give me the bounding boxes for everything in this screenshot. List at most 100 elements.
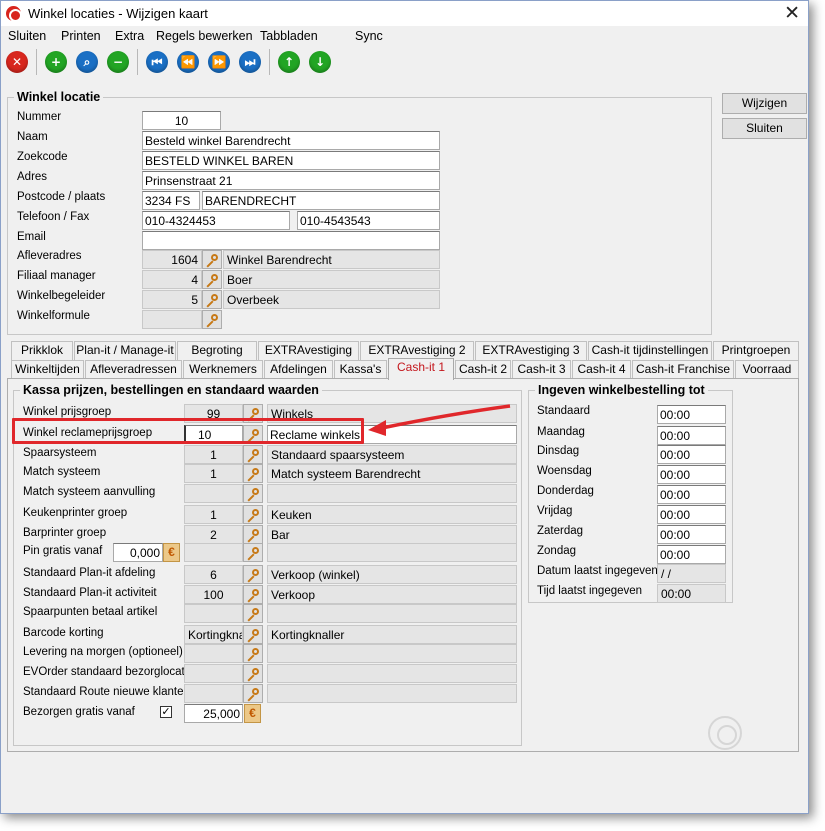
search-icon[interactable]: ⌕ [76,51,98,73]
wijzigen-button[interactable]: Wijzigen [722,93,807,114]
afleveradres-code: 1604 [142,250,202,269]
add-icon[interactable]: + [45,51,67,73]
kassa-row-code [184,484,243,503]
bestelling-time-field[interactable]: 00:00 [657,525,726,544]
first-record-icon[interactable]: ⏮ [146,51,168,73]
arrow-up-icon[interactable]: ↑ [278,51,300,73]
tab-cash-it-2[interactable]: Cash-it 2 [455,360,511,379]
kassa-row-label: Keukenprinter groep [23,507,128,519]
previous-record-icon[interactable]: ⏪ [177,51,199,73]
tab-cash-it-1[interactable]: Cash-it 1 [388,358,454,380]
postcode-field[interactable]: 3234 FS [142,191,200,210]
kassa-row-description: Keuken [267,505,517,524]
lookup-key-icon[interactable] [202,290,222,309]
group-title: Winkel locatie [14,90,104,104]
lookup-key-icon[interactable] [202,310,222,329]
lookup-key-icon[interactable] [243,604,263,623]
naam-field[interactable]: Besteld winkel Barendrecht [142,131,440,150]
begeleider-label: Winkelbegeleider [17,290,106,302]
menu-tabbladen[interactable]: Tabbladen [260,29,318,43]
plaats-field[interactable]: BARENDRECHT [202,191,440,210]
annotation-arrow-icon [368,404,511,436]
filiaal-code: 4 [142,270,202,289]
next-record-icon[interactable]: ⏩ [208,51,230,73]
lookup-key-icon[interactable] [243,484,263,503]
close-icon[interactable]: ✕ [784,2,800,24]
tab-cash-it-tijdinstellingen[interactable]: Cash-it tijdinstellingen [588,341,712,360]
tab-kassas[interactable]: Kassa's [334,360,387,379]
kassa-row-description: Bar [267,525,517,544]
tab-extravestiging[interactable]: EXTRAvestiging [258,341,359,360]
bestelling-time-field[interactable]: 00:00 [657,405,726,424]
lookup-key-icon[interactable] [243,664,263,683]
euro-icon[interactable]: € [244,704,261,723]
watermark-logo-icon [708,716,742,750]
bezorgen-field[interactable]: 25,000 [184,704,243,723]
adres-field[interactable]: Prinsenstraat 21 [142,171,440,190]
bestelling-time-field[interactable]: 00:00 [657,485,726,504]
lookup-key-icon[interactable] [243,684,263,703]
tab-afleveradressen[interactable]: Afleveradressen [85,360,182,379]
bestelling-time-field[interactable]: 00:00 [657,426,726,445]
tijd-value: 00:00 [657,584,726,603]
menu-extra[interactable]: Extra [115,29,144,43]
tab-werknemers[interactable]: Werknemers [183,360,263,379]
group-title: Kassa prijzen, bestellingen en standaard… [20,383,322,397]
kassa-row-description: Verkoop [267,585,517,604]
lookup-key-icon[interactable] [243,525,263,544]
sluiten-button[interactable]: Sluiten [722,118,807,139]
tab-cash-it-3[interactable]: Cash-it 3 [512,360,571,379]
bestelling-time-field[interactable]: 00:00 [657,545,726,564]
tab-cash-it-4[interactable]: Cash-it 4 [572,360,631,379]
menu-sluiten[interactable]: Sluiten [8,29,46,43]
kassa-row-description [267,644,517,663]
tab-plan-it[interactable]: Plan-it / Manage-it [74,341,176,360]
nummer-field[interactable]: 10 [142,111,221,130]
menu-regels-bewerken[interactable]: Regels bewerken [156,29,253,43]
bestelling-time-field[interactable]: 00:00 [657,465,726,484]
kassa-row-label: EVOrder standaard bezorglocatie [23,666,194,678]
bestelling-day-label: Vrijdag [537,505,573,517]
lookup-key-icon[interactable] [243,445,263,464]
tab-voorraad[interactable]: Voorraad [735,360,799,379]
lookup-key-icon[interactable] [243,505,263,524]
kassa-row-label: Pin gratis vanaf [23,545,103,557]
pin-gratis-field[interactable]: 0,000 [113,543,163,562]
last-record-icon[interactable]: ⏭ [239,51,261,73]
euro-icon[interactable]: € [163,543,180,562]
tab-winkeltijden[interactable]: Winkeltijden [11,360,84,379]
bestelling-time-field[interactable]: 00:00 [657,445,726,464]
formule-label: Winkelformule [17,310,90,322]
telefoon-field[interactable]: 010-4324453 [142,211,290,230]
kassa-row-code: 1 [184,445,243,464]
tab-cash-it-franchise[interactable]: Cash-it Franchise [632,360,734,379]
bestelling-time-field[interactable]: 00:00 [657,505,726,524]
bezorgen-label: Bezorgen gratis vanaf [23,706,135,718]
tab-begroting[interactable]: Begroting [177,341,257,360]
menu-sync[interactable]: Sync [355,29,383,43]
kassa-row-label: Levering na morgen (optioneel) [23,646,183,658]
bestelling-day-label: Standaard [537,405,591,417]
lookup-key-icon[interactable] [243,625,263,644]
lookup-key-icon[interactable] [202,270,222,289]
zoekcode-field[interactable]: BESTELD WINKEL BAREN [142,151,440,170]
cancel-icon[interactable]: ✕ [6,51,28,73]
lookup-key-icon[interactable] [243,464,263,483]
lookup-key-icon[interactable] [243,585,263,604]
window-title: Winkel locaties - Wijzigen kaart [28,6,208,21]
lookup-key-icon[interactable] [243,543,263,562]
email-field[interactable] [142,231,440,250]
tab-printgroepen[interactable]: Printgroepen [713,341,799,360]
bezorgen-checkbox[interactable]: ✓ [160,706,172,718]
tab-extravestiging-3[interactable]: EXTRAvestiging 3 [475,341,587,360]
lookup-key-icon[interactable] [243,565,263,584]
tab-prikklok[interactable]: Prikklok [11,341,73,360]
menu-printen[interactable]: Printen [61,29,101,43]
fax-field[interactable]: 010-4543543 [297,211,440,230]
lookup-key-icon[interactable] [243,644,263,663]
arrow-down-icon[interactable]: ↓ [309,51,331,73]
lookup-key-icon[interactable] [202,250,222,269]
remove-icon[interactable]: − [107,51,129,73]
tab-afdelingen[interactable]: Afdelingen [264,360,333,379]
bestelling-day-label: Dinsdag [537,445,580,457]
